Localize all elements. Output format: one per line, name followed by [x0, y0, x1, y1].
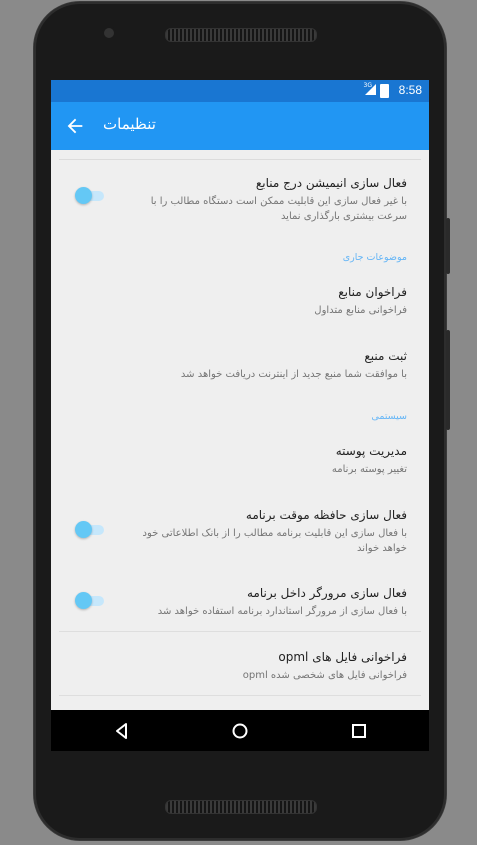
- animation-switch[interactable]: [75, 186, 107, 206]
- pref-animation[interactable]: فعال سازی انیمیشن درج منابع با غیر فعال …: [51, 166, 429, 232]
- circle-home-icon[interactable]: [231, 722, 249, 740]
- pref-register-source[interactable]: ثبت منبع با موافقت شما منبع جدید از اینت…: [51, 339, 429, 395]
- top-divider: [59, 159, 421, 160]
- front-camera: [104, 28, 114, 38]
- switch-thumb: [75, 592, 92, 609]
- page-title: تنظیمات: [103, 116, 156, 133]
- category-system: سیستمی: [371, 411, 407, 422]
- pref-skin[interactable]: مدیریت پوسته تغییر پوسته برنامه: [51, 434, 429, 490]
- volume-button: [446, 218, 450, 274]
- battery-icon: [380, 84, 389, 98]
- status-bar: 3G 8:58: [51, 80, 429, 102]
- pref-fetch-sources[interactable]: فراخوان منابع فراخوانی منابع متداول: [51, 275, 429, 331]
- pref-cache[interactable]: فعال سازی حافظه موقت برنامه با فعال سازی…: [51, 498, 429, 564]
- switch-thumb: [75, 187, 92, 204]
- pref-title: فراخوان منابع: [338, 285, 407, 299]
- settings-list: فعال سازی انیمیشن درج منابع با غیر فعال …: [51, 150, 429, 751]
- divider: [59, 631, 421, 632]
- cache-switch[interactable]: [75, 520, 107, 540]
- divider: [59, 695, 421, 696]
- square-recents-icon[interactable]: [350, 722, 368, 740]
- browser-switch[interactable]: [75, 591, 107, 611]
- pref-summary: فراخوانی منابع متداول: [314, 305, 407, 316]
- pref-title: فعال سازی مرورگر داخل برنامه: [246, 586, 407, 600]
- category-current-topics: موضوعات جاری: [342, 252, 407, 263]
- pref-title: ثبت منبع: [364, 349, 407, 363]
- pref-summary: با فعال سازی این قابلیت برنامه مطالب را …: [142, 528, 407, 554]
- signal-icon: [365, 84, 376, 95]
- top-speaker: [165, 28, 317, 42]
- navigation-bar: [51, 710, 429, 751]
- pref-title: فراخوانی فایل های opml: [278, 650, 407, 664]
- power-button: [446, 330, 450, 430]
- switch-thumb: [75, 521, 92, 538]
- pref-summary: تغییر پوسته برنامه: [331, 464, 407, 475]
- arrow-left-icon[interactable]: [63, 115, 87, 137]
- bottom-speaker: [165, 800, 317, 814]
- pref-summary: با فعال سازی از مرورگر استاندارد برنامه …: [157, 606, 407, 617]
- triangle-back-icon[interactable]: [113, 722, 131, 740]
- pref-opml[interactable]: فراخوانی فایل های opml فراخوانی فایل های…: [51, 640, 429, 696]
- pref-title: مدیریت پوسته: [335, 444, 407, 458]
- pref-summary: فراخوانی فایل های شخصی شده opml: [242, 670, 407, 681]
- pref-title: فعال سازی انیمیشن درج منابع: [255, 176, 407, 190]
- app-bar: تنظیمات: [51, 102, 429, 150]
- pref-title: فعال سازی حافظه موقت برنامه: [245, 508, 407, 522]
- status-time: 8:58: [398, 83, 422, 97]
- screen: 3G 8:58 تنظیمات فعال سازی انیمیشن درج من…: [51, 80, 429, 751]
- pref-browser[interactable]: فعال سازی مرورگر داخل برنامه با فعال ساز…: [51, 576, 429, 634]
- pref-summary: با موافقت شما منبع جدید از اینترنت دریاف…: [180, 369, 407, 380]
- pref-summary: با غیر فعال سازی این قابلیت ممکن است دست…: [150, 196, 407, 222]
